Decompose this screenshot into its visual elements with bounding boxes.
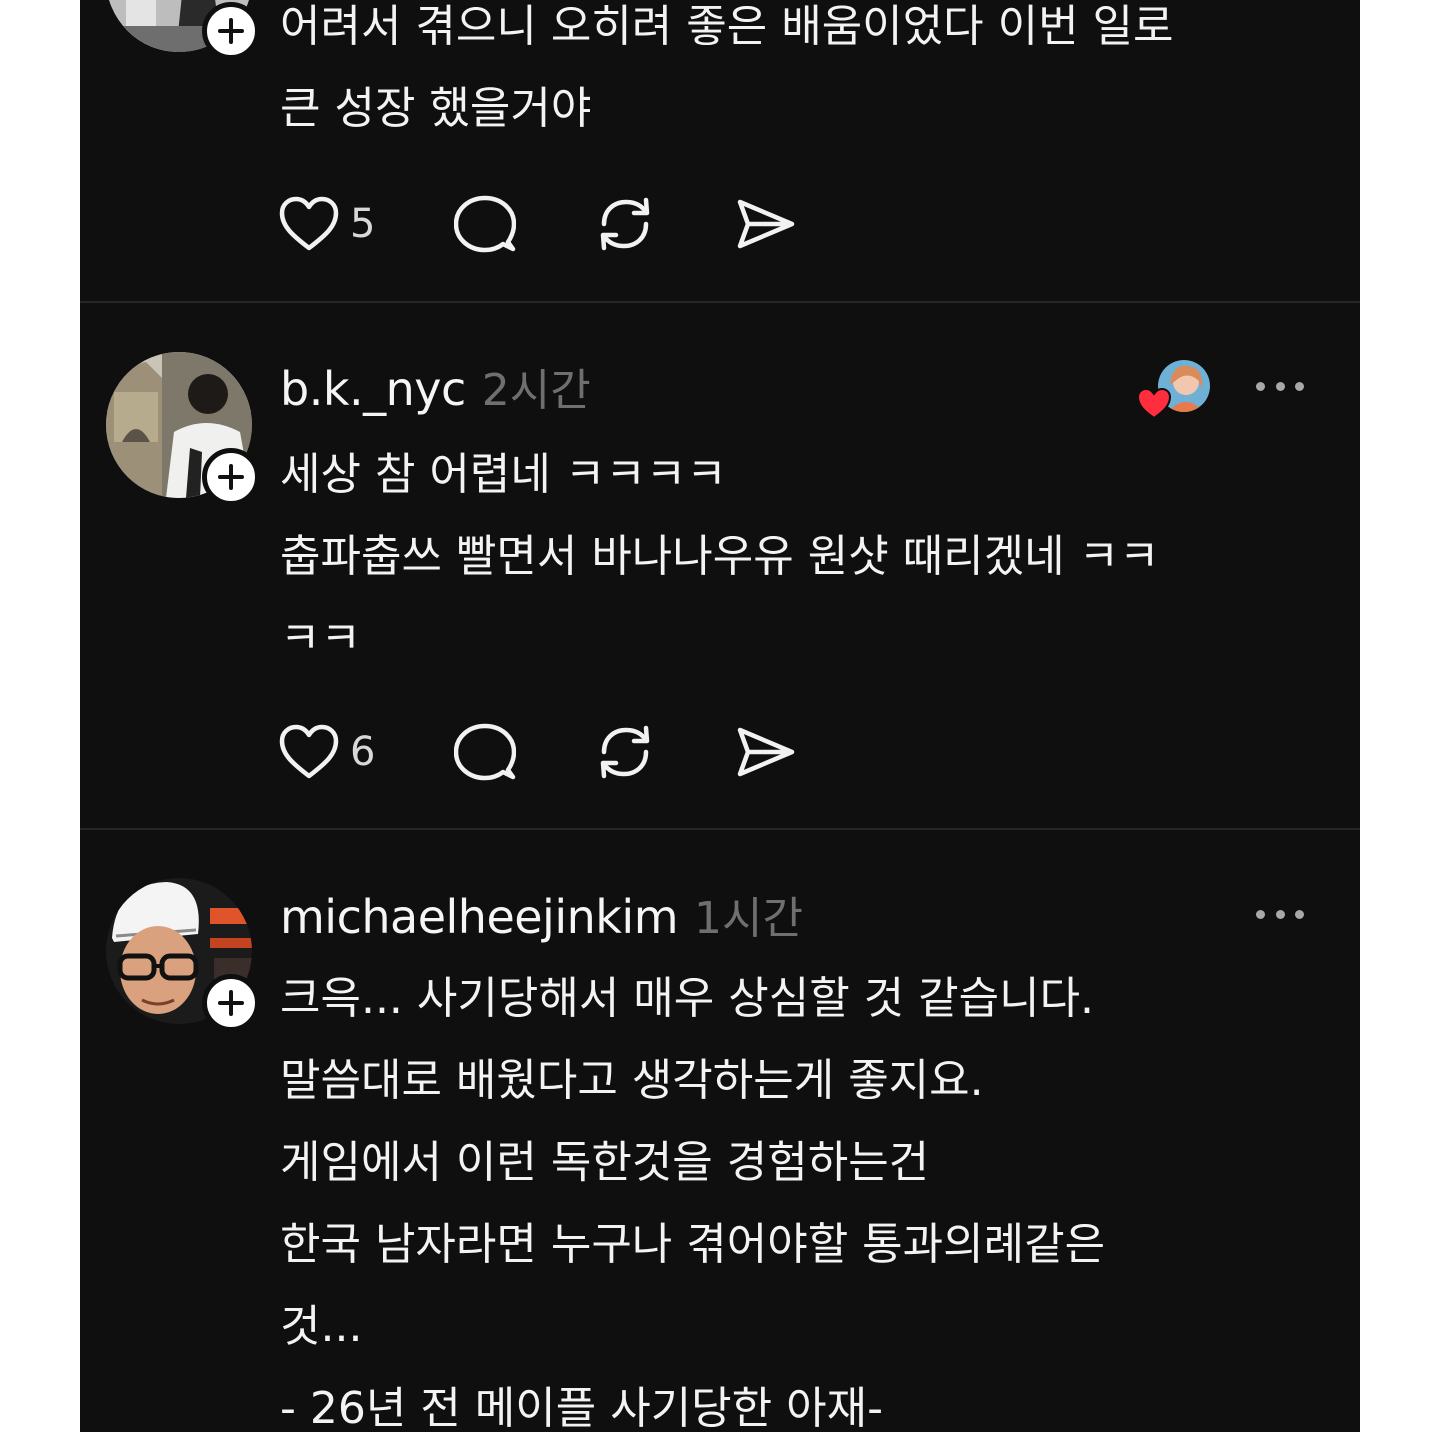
comment-line: 크윽... 사기당해서 매우 상심할 것 같습니다. <box>280 973 1095 1024</box>
action-bar: 5 <box>278 192 838 256</box>
avatar-container <box>106 878 260 1032</box>
author-liked-badge <box>1136 360 1210 420</box>
comment-line: - 26년 전 메이플 사기당한 아재- <box>280 1383 883 1432</box>
threads-comment-feed: 어려서 겪으니 오히려 좋은 배움이었다 이번 일로 큰 성장 했을거야 5 b… <box>80 0 1360 1432</box>
avatar-container <box>106 352 260 506</box>
action-bar: 6 <box>278 720 838 784</box>
more-options-button[interactable] <box>1256 376 1304 396</box>
comment-line: 큰 성장 했을거야 <box>280 83 592 134</box>
post-divider <box>80 301 1360 303</box>
username[interactable]: michaelheejinkim <box>280 890 679 944</box>
comment-line: ㅋㅋ <box>280 613 361 664</box>
like-button[interactable]: 6 <box>278 720 375 784</box>
paper-plane-icon <box>737 727 795 777</box>
comment-line: 세상 참 어렵네 ㅋㅋㅋㅋ <box>280 449 727 500</box>
speech-bubble-icon <box>454 195 516 253</box>
post-header: b.k._nyc 2시간 <box>280 354 591 418</box>
follow-button[interactable] <box>202 448 260 506</box>
heart-outline-icon <box>279 724 339 779</box>
avatar-container <box>106 0 260 60</box>
heart-badge-icon <box>1136 386 1172 422</box>
ellipsis-icon <box>1275 909 1285 919</box>
repost-button[interactable] <box>594 192 656 256</box>
comment-button[interactable] <box>454 192 516 256</box>
ellipsis-icon <box>1256 909 1265 919</box>
comment-button[interactable] <box>454 720 516 784</box>
comment-text: 어려서 겪으니 오히려 좋은 배움이었다 이번 일로 큰 성장 했을거야 <box>280 0 1320 150</box>
post-header: michaelheejinkim 1시간 <box>280 882 803 946</box>
ellipsis-icon <box>1256 381 1265 391</box>
heart-outline-icon <box>279 196 339 251</box>
ellipsis-icon <box>1275 381 1285 391</box>
comment-line: 게임에서 이런 독한것을 경험하는건 <box>280 1137 930 1188</box>
comment-line: 말씀대로 배웠다고 생각하는게 좋지요. <box>280 1055 984 1106</box>
repost-button[interactable] <box>594 720 656 784</box>
more-options-button[interactable] <box>1256 904 1304 924</box>
like-count: 6 <box>350 729 376 775</box>
share-button[interactable] <box>734 192 796 256</box>
ellipsis-icon <box>1295 909 1304 919</box>
paper-plane-icon <box>737 199 795 249</box>
plus-icon <box>218 990 244 1016</box>
share-button[interactable] <box>734 720 796 784</box>
repost-arrows-icon <box>600 197 650 251</box>
timestamp: 2시간 <box>481 365 591 416</box>
comment-text: 크윽... 사기당해서 매우 상심할 것 같습니다. 말씀대로 배웠다고 생각하… <box>280 958 1320 1432</box>
post-divider <box>80 828 1360 830</box>
follow-button[interactable] <box>202 2 260 60</box>
plus-icon <box>218 464 244 490</box>
comment-line: 춥파춥쓰 빨면서 바나나우유 원샷 때리겠네 ㅋㅋ <box>280 531 1160 582</box>
like-count: 5 <box>350 201 376 247</box>
plus-icon <box>218 18 244 44</box>
ellipsis-icon <box>1295 381 1304 391</box>
follow-button[interactable] <box>202 974 260 1032</box>
timestamp: 1시간 <box>694 893 803 944</box>
comment-line: 한국 남자라면 누구나 겪어야할 통과의례같은 <box>280 1219 1106 1270</box>
repost-arrows-icon <box>600 725 650 779</box>
comment-line: 어려서 겪으니 오히려 좋은 배움이었다 이번 일로 <box>280 1 1174 52</box>
comment-text: 세상 참 어렵네 ㅋㅋㅋㅋ 춥파춥쓰 빨면서 바나나우유 원샷 때리겠네 ㅋㅋ … <box>280 434 1320 680</box>
comment-line: 것... <box>280 1301 363 1352</box>
speech-bubble-icon <box>454 723 516 781</box>
username[interactable]: b.k._nyc <box>280 362 466 416</box>
like-button[interactable]: 5 <box>278 192 375 256</box>
